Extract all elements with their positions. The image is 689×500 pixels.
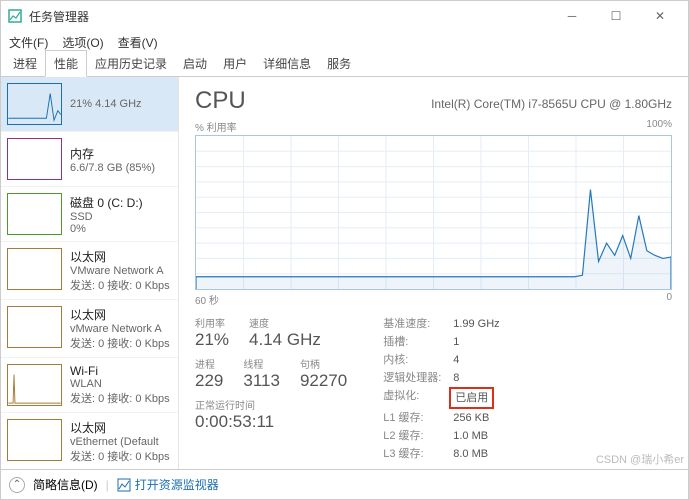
handle-value: 92270 — [300, 371, 347, 391]
sidebar-mem-title: 内存 — [70, 145, 155, 162]
tab-processes[interactable]: 进程 — [5, 51, 45, 76]
sidebar-eth3-sub2: 发送: 0 接收: 0 Kbps — [70, 448, 170, 464]
thread-label: 线程 — [243, 356, 280, 371]
app-icon — [7, 8, 23, 24]
tab-users[interactable]: 用户 — [215, 51, 255, 76]
util-value: 21% — [195, 330, 229, 350]
window-title: 任务管理器 — [29, 8, 89, 25]
menu-view[interactable]: 查看(V) — [118, 34, 158, 51]
tab-services[interactable]: 服务 — [319, 51, 359, 76]
ethernet-thumb-icon — [7, 248, 62, 290]
sidebar-item-cpu[interactable]: CPU 21% 4.14 GHz — [1, 77, 178, 132]
tab-startup[interactable]: 启动 — [175, 51, 215, 76]
sidebar-wifi-sub2: 发送: 0 接收: 0 Kbps — [70, 390, 170, 406]
proc-value: 229 — [195, 371, 223, 391]
open-resource-monitor-link[interactable]: 打开资源监视器 — [117, 476, 219, 493]
sidebar-disk-sub2: 0% — [70, 223, 143, 235]
sidebar-item-memory[interactable]: 内存 6.6/7.8 GB (85%) — [1, 132, 178, 187]
tab-performance[interactable]: 性能 — [45, 50, 87, 77]
sidebar-item-wifi[interactable]: Wi-Fi WLAN 发送: 0 接收: 0 Kbps — [1, 358, 178, 413]
graph-label-left: % 利用率 — [195, 119, 237, 134]
sidebar-eth2-title: 以太网 — [70, 306, 170, 323]
sidebar-eth2-sub2: 发送: 0 接收: 0 Kbps — [70, 335, 170, 351]
cpu-utilization-chart — [195, 135, 672, 290]
cpu-details-table: 基准速度:1.99 GHz 插槽:1 内核:4 逻辑处理器:8 虚拟化:已启用 … — [383, 315, 499, 463]
fewer-details-chevron-icon[interactable]: ⌃ — [9, 477, 25, 493]
sidebar-eth3-title: 以太网 — [70, 419, 170, 436]
uptime-value: 0:00:53:11 — [195, 412, 347, 432]
sidebar-item-ethernet-1[interactable]: 以太网 VMware Network A 发送: 0 接收: 0 Kbps — [1, 242, 178, 300]
ethernet-thumb-icon — [7, 306, 62, 348]
speed-value: 4.14 GHz — [249, 330, 321, 350]
sidebar-disk-sub: SSD — [70, 211, 143, 223]
sidebar-item-ethernet-2[interactable]: 以太网 vMware Network A 发送: 0 接收: 0 Kbps — [1, 300, 178, 358]
sidebar-eth1-sub: VMware Network A — [70, 265, 170, 277]
menu-file[interactable]: 文件(F) — [9, 34, 48, 51]
sidebar-mem-sub: 6.6/7.8 GB (85%) — [70, 162, 155, 174]
sidebar-eth1-sub2: 发送: 0 接收: 0 Kbps — [70, 277, 170, 293]
fewer-details-label[interactable]: 简略信息(D) — [33, 476, 98, 493]
menu-options[interactable]: 选项(O) — [62, 34, 103, 51]
tab-details[interactable]: 详细信息 — [255, 51, 319, 76]
graph-bottom-left: 60 秒 — [195, 292, 219, 307]
resource-monitor-icon — [117, 478, 131, 492]
graph-label-right: 100% — [646, 119, 672, 134]
handle-label: 句柄 — [300, 356, 347, 371]
cpu-thumb-icon — [7, 83, 62, 125]
speed-label: 速度 — [249, 315, 321, 330]
sidebar-cpu-sub: 21% 4.14 GHz — [70, 98, 142, 110]
disk-thumb-icon — [7, 193, 62, 235]
sidebar-disk-title: 磁盘 0 (C: D:) — [70, 194, 143, 211]
uptime-label: 正常运行时间 — [195, 397, 347, 412]
cpu-model: Intel(R) Core(TM) i7-8565U CPU @ 1.80GHz — [431, 97, 672, 111]
page-title: CPU — [195, 87, 246, 115]
tab-history[interactable]: 应用历史记录 — [87, 51, 175, 76]
sidebar-eth3-sub: vEthernet (Default — [70, 436, 170, 448]
thread-value: 3113 — [243, 371, 280, 391]
sidebar-item-disk[interactable]: 磁盘 0 (C: D:) SSD 0% — [1, 187, 178, 242]
sidebar[interactable]: CPU 21% 4.14 GHz 内存 6.6/7.8 GB (85%) 磁盘 … — [1, 77, 179, 469]
proc-label: 进程 — [195, 356, 223, 371]
ethernet-thumb-icon — [7, 419, 62, 461]
util-label: 利用率 — [195, 315, 229, 330]
sidebar-wifi-sub: WLAN — [70, 378, 170, 390]
sidebar-eth1-title: 以太网 — [70, 248, 170, 265]
minimize-button[interactable]: ─ — [550, 1, 594, 31]
memory-thumb-icon — [7, 138, 62, 180]
maximize-button[interactable]: ☐ — [594, 1, 638, 31]
sidebar-wifi-title: Wi-Fi — [70, 364, 170, 378]
sidebar-item-ethernet-3[interactable]: 以太网 vEthernet (Default 发送: 0 接收: 0 Kbps — [1, 413, 178, 469]
wifi-thumb-icon — [7, 364, 62, 406]
sidebar-eth2-sub: vMware Network A — [70, 323, 170, 335]
virtualization-status: 已启用 — [449, 387, 494, 409]
watermark: CSDN @瑞小希er — [596, 451, 684, 467]
graph-bottom-right: 0 — [666, 292, 672, 307]
close-button[interactable]: ✕ — [638, 1, 682, 31]
